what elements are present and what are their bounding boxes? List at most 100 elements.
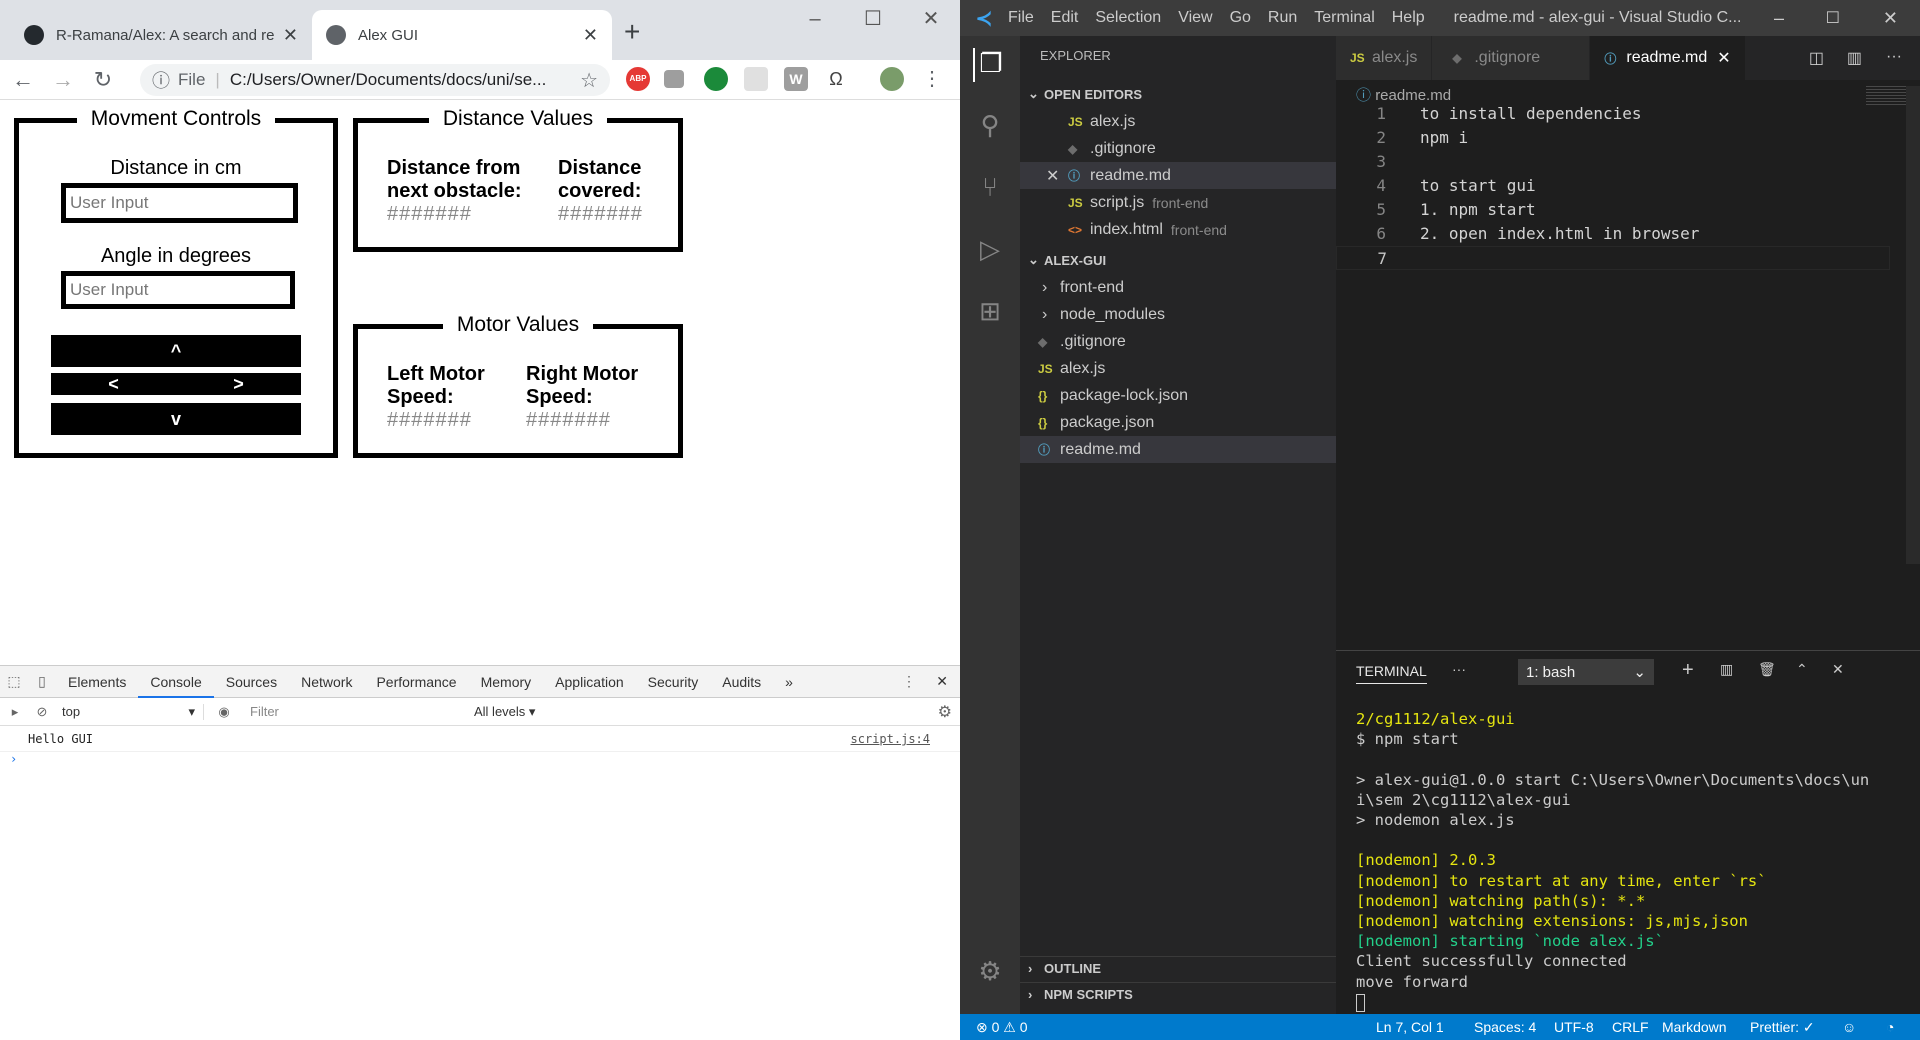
- tab-performance[interactable]: Performance: [364, 666, 468, 698]
- devtools-close-icon[interactable]: ✕: [936, 673, 948, 690]
- close-icon[interactable]: ✕: [1717, 48, 1730, 68]
- menu-file[interactable]: File: [1008, 9, 1034, 27]
- clear-console-icon[interactable]: ⊘: [30, 704, 54, 720]
- url-text[interactable]: C:/Users/Owner/Documents/docs/uni/se...: [230, 70, 547, 90]
- minimize-button[interactable]: –: [786, 0, 844, 40]
- close-panel-icon[interactable]: ✕: [1832, 661, 1844, 678]
- menu-run[interactable]: Run: [1268, 9, 1297, 27]
- new-terminal-icon[interactable]: +: [1682, 659, 1694, 682]
- reverse-button[interactable]: v: [51, 403, 301, 435]
- new-tab-button[interactable]: +: [624, 16, 640, 48]
- terminal-select[interactable]: 1: bash ⌄: [1518, 659, 1654, 685]
- open-editors-header[interactable]: ⌄ OPEN EDITORS: [1020, 82, 1336, 106]
- more-tabs-icon[interactable]: »: [773, 666, 805, 698]
- tab-network[interactable]: Network: [289, 666, 364, 698]
- filter-input[interactable]: Filter: [250, 704, 468, 719]
- tab-security[interactable]: Security: [636, 666, 711, 698]
- open-editor-item[interactable]: ◆ .gitignore: [1020, 135, 1336, 162]
- maximize-button[interactable]: ☐: [844, 0, 902, 40]
- editor-tab[interactable]: ◆ .gitignore: [1432, 36, 1591, 80]
- distance-input[interactable]: User Input: [61, 183, 298, 223]
- close-window-button[interactable]: ✕: [902, 0, 960, 40]
- open-editor-item[interactable]: JS alex.js: [1020, 108, 1336, 135]
- bookmark-star-icon[interactable]: ☆: [580, 68, 598, 93]
- run-debug-icon[interactable]: ▷: [973, 234, 1007, 268]
- open-editor-item[interactable]: <> index.html front-end: [1020, 216, 1336, 243]
- inspect-icon[interactable]: ⬚: [0, 673, 28, 690]
- split-terminal-icon[interactable]: ▥: [1720, 661, 1733, 678]
- tab-audits[interactable]: Audits: [710, 666, 773, 698]
- tab-github[interactable]: R-Ramana/Alex: A search and res ✕: [10, 10, 312, 60]
- source-control-icon[interactable]: ⑂: [973, 172, 1007, 206]
- tab-console[interactable]: Console: [138, 666, 214, 698]
- settings-gear-icon[interactable]: ⚙: [973, 956, 1007, 990]
- address-bar[interactable]: ⓘ File | C:/Users/Owner/Documents/docs/u…: [140, 64, 610, 96]
- terminal-output[interactable]: 2/cg1112/alex-gui $ npm start > alex-gui@1…: [1336, 709, 1920, 1012]
- minimap[interactable]: [1866, 86, 1906, 106]
- forward-button[interactable]: ^: [51, 335, 301, 367]
- scrollbar[interactable]: [1906, 86, 1920, 564]
- more-actions-icon[interactable]: ···: [1886, 48, 1902, 66]
- close-icon[interactable]: ✕: [583, 25, 598, 46]
- tab-elements[interactable]: Elements: [56, 666, 138, 698]
- devtools-menu-icon[interactable]: ⋮: [902, 673, 916, 690]
- encoding[interactable]: UTF-8: [1554, 1019, 1594, 1035]
- close-icon[interactable]: ✕: [283, 25, 298, 46]
- trash-icon[interactable]: 🗑: [1758, 661, 1776, 678]
- tree-item[interactable]: ◆ .gitignore: [1020, 328, 1336, 355]
- language-mode[interactable]: Markdown: [1662, 1019, 1727, 1035]
- sidebar-toggle-icon[interactable]: ▸: [0, 704, 30, 720]
- tab-sources[interactable]: Sources: [214, 666, 289, 698]
- menu-view[interactable]: View: [1178, 9, 1212, 27]
- tab-memory[interactable]: Memory: [469, 666, 544, 698]
- ext-blank-icon[interactable]: [744, 67, 768, 91]
- menu-selection[interactable]: Selection: [1095, 9, 1161, 27]
- maximize-panel-icon[interactable]: ⌃: [1796, 661, 1808, 678]
- back-button[interactable]: ←: [6, 67, 40, 93]
- ext-gray-icon[interactable]: [664, 70, 684, 88]
- device-toolbar-icon[interactable]: ▯: [28, 673, 56, 690]
- open-editor-item[interactable]: JS script.js front-end: [1020, 189, 1336, 216]
- turn-right-button[interactable]: >: [176, 373, 301, 395]
- minimize-button[interactable]: –: [1774, 8, 1784, 29]
- more-icon[interactable]: ···: [1452, 661, 1466, 677]
- open-editor-item[interactable]: ✕ ⓘ readme.md: [1020, 162, 1336, 189]
- omega-icon[interactable]: Ω: [824, 67, 848, 91]
- notification-bell-icon[interactable]: ◔: [1886, 1019, 1894, 1035]
- abp-icon[interactable]: ABP: [626, 67, 650, 91]
- forward-button[interactable]: →: [46, 67, 80, 93]
- maximize-button[interactable]: ☐: [1826, 8, 1840, 28]
- split-editor-icon[interactable]: ▥: [1847, 48, 1862, 68]
- kebab-menu-icon[interactable]: ⋮: [920, 67, 944, 91]
- turn-left-button[interactable]: <: [51, 373, 176, 395]
- editor-tab[interactable]: JS alex.js: [1336, 36, 1433, 80]
- log-levels-select[interactable]: All levels ▾: [474, 704, 535, 720]
- terminal-tab[interactable]: TERMINAL: [1356, 663, 1427, 684]
- tree-item[interactable]: ⓘ readme.md: [1020, 436, 1336, 463]
- menu-go[interactable]: Go: [1230, 9, 1251, 27]
- prettier-status[interactable]: Prettier: ✓: [1750, 1019, 1815, 1036]
- menu-terminal[interactable]: Terminal: [1314, 9, 1374, 27]
- menu-edit[interactable]: Edit: [1051, 9, 1079, 27]
- cursor-position[interactable]: Ln 7, Col 1: [1376, 1019, 1444, 1035]
- line-endings[interactable]: CRLF: [1612, 1019, 1649, 1035]
- close-icon[interactable]: ✕: [1046, 166, 1068, 186]
- extensions-icon[interactable]: ⊞: [973, 296, 1007, 330]
- close-window-button[interactable]: ✕: [1883, 8, 1898, 29]
- tree-item[interactable]: › node_modules: [1020, 301, 1336, 328]
- console-prompt[interactable]: ›: [0, 752, 960, 772]
- tab-application[interactable]: Application: [543, 666, 636, 698]
- profile-avatar[interactable]: [880, 67, 904, 91]
- indentation[interactable]: Spaces: 4: [1474, 1019, 1536, 1035]
- menu-help[interactable]: Help: [1392, 9, 1425, 27]
- ext-green-icon[interactable]: [704, 67, 728, 91]
- tab-alex-gui[interactable]: Alex GUI ✕: [312, 10, 612, 60]
- project-header[interactable]: ⌄ ALEX-GUI: [1020, 248, 1336, 272]
- feedback-icon[interactable]: ☺: [1842, 1019, 1856, 1035]
- ext-w-icon[interactable]: W: [784, 67, 808, 91]
- console-settings-icon[interactable]: ⚙: [938, 702, 952, 722]
- explorer-icon[interactable]: ❐: [973, 48, 1007, 82]
- npm-scripts-header[interactable]: › NPM SCRIPTS: [1020, 982, 1336, 1006]
- eye-icon[interactable]: ◉: [212, 704, 236, 720]
- problems-indicator[interactable]: ⊗ 0 ⚠ 0: [976, 1019, 1028, 1036]
